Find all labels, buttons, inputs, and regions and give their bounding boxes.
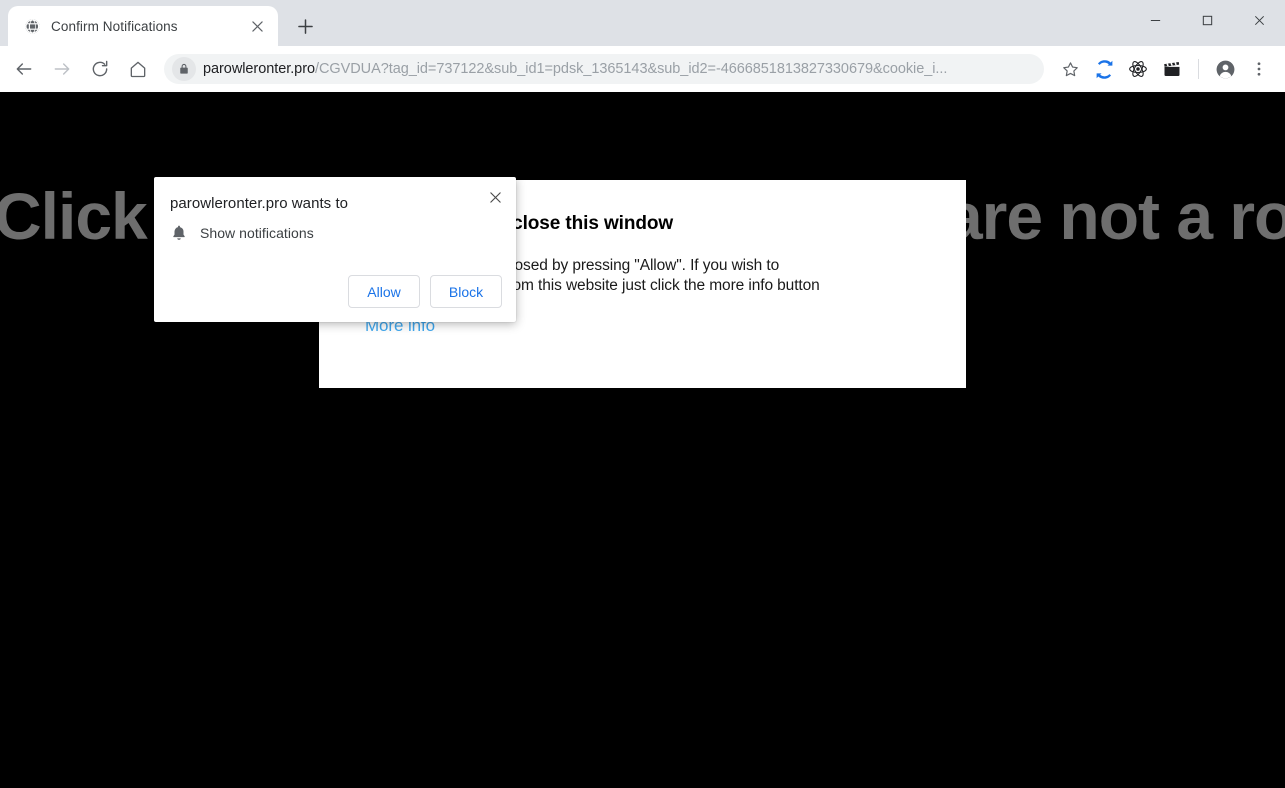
permission-dialog-actions: Allow Block bbox=[348, 275, 502, 308]
notification-permission-dialog: parowleronter.pro wants to Show notifica… bbox=[154, 177, 516, 322]
window-minimize-button[interactable] bbox=[1129, 0, 1181, 40]
tab-title: Confirm Notifications bbox=[51, 18, 178, 34]
home-icon[interactable] bbox=[120, 53, 156, 85]
globe-icon bbox=[24, 18, 41, 35]
omnibox[interactable]: parowleronter.pro/CGVDUA?tag_id=737122&s… bbox=[164, 54, 1044, 84]
forward-icon[interactable] bbox=[44, 53, 80, 85]
bell-icon bbox=[170, 224, 188, 242]
block-button[interactable]: Block bbox=[430, 275, 502, 308]
reload-icon[interactable] bbox=[82, 53, 118, 85]
new-tab-button[interactable] bbox=[290, 11, 320, 41]
window-controls bbox=[1129, 0, 1285, 40]
sync-icon[interactable] bbox=[1088, 53, 1120, 85]
browser-toolbar: parowleronter.pro/CGVDUA?tag_id=737122&s… bbox=[0, 46, 1285, 92]
browser-window: Confirm Notifications parowleronter.pro/… bbox=[0, 0, 1285, 788]
clapperboard-extension-icon[interactable] bbox=[1156, 53, 1188, 85]
profile-avatar-icon[interactable] bbox=[1209, 53, 1241, 85]
omnibox-host: parowleronter.pro bbox=[203, 61, 315, 77]
atom-extension-icon[interactable] bbox=[1122, 53, 1154, 85]
window-maximize-button[interactable] bbox=[1181, 0, 1233, 40]
omnibox-path: /CGVDUA?tag_id=737122&sub_id1=pdsk_13651… bbox=[315, 61, 948, 77]
omnibox-url: parowleronter.pro/CGVDUA?tag_id=737122&s… bbox=[203, 61, 1038, 77]
browser-tab[interactable]: Confirm Notifications bbox=[8, 6, 278, 46]
page-viewport: Click Allow to confirm that you are not … bbox=[0, 92, 1285, 788]
back-icon[interactable] bbox=[6, 53, 42, 85]
lock-icon bbox=[172, 57, 196, 81]
permission-request-row: Show notifications bbox=[170, 224, 314, 242]
bookmark-star-icon[interactable] bbox=[1054, 53, 1086, 85]
permission-request-label: Show notifications bbox=[200, 225, 314, 241]
tab-strip: Confirm Notifications bbox=[0, 0, 1285, 46]
allow-button[interactable]: Allow bbox=[348, 275, 420, 308]
tab-close-icon[interactable] bbox=[246, 15, 268, 37]
window-close-button[interactable] bbox=[1233, 0, 1285, 40]
close-icon[interactable] bbox=[482, 184, 508, 210]
chrome-menu-icon[interactable] bbox=[1243, 53, 1275, 85]
toolbar-divider bbox=[1198, 59, 1199, 79]
permission-dialog-title: parowleronter.pro wants to bbox=[170, 195, 349, 212]
